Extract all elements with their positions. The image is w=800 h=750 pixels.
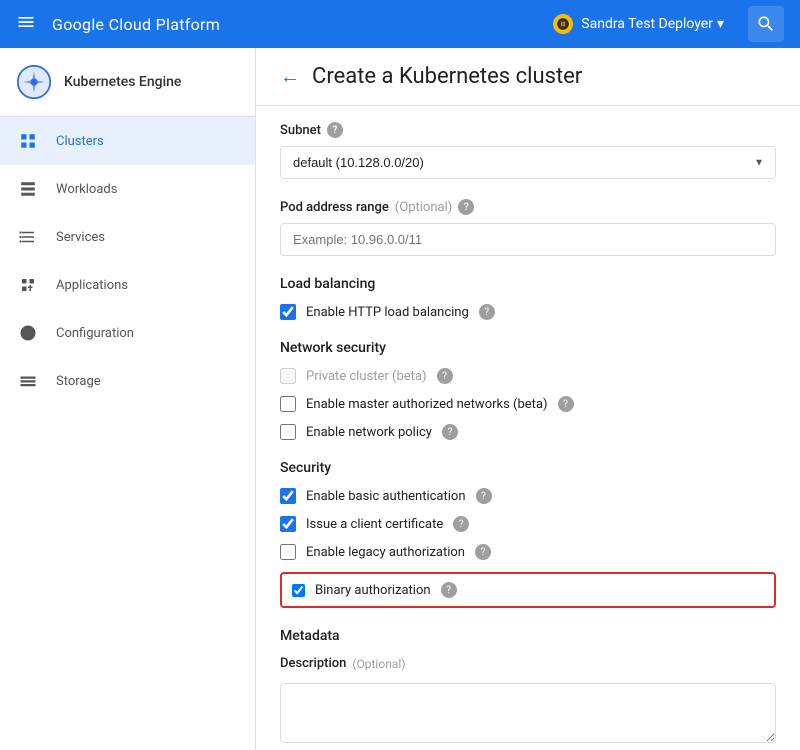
legacy-auth-help-icon[interactable]: ?: [475, 544, 491, 560]
binary-auth-checkbox[interactable]: [292, 584, 305, 597]
description-label: Description (Optional): [280, 656, 776, 671]
http-lb-label: Enable HTTP load balancing: [306, 305, 469, 320]
load-balancing-group: Load balancing Enable HTTP load balancin…: [280, 276, 776, 320]
sidebar-label-applications: Applications: [56, 278, 128, 293]
http-lb-row: Enable HTTP load balancing ?: [280, 304, 776, 320]
basic-auth-checkbox[interactable]: [280, 488, 296, 504]
kubernetes-logo: [16, 64, 52, 100]
http-lb-help-icon[interactable]: ?: [479, 304, 495, 320]
security-group: Security Enable basic authentication ? I…: [280, 460, 776, 608]
sidebar-item-configuration[interactable]: Configuration: [0, 309, 255, 357]
hamburger-menu[interactable]: [16, 12, 36, 37]
network-policy-label: Enable network policy: [306, 425, 432, 440]
configuration-icon: [16, 321, 40, 345]
subnet-group: Subnet ? default (10.128.0.0/20): [280, 122, 776, 179]
http-lb-checkbox[interactable]: [280, 304, 296, 320]
services-icon: [16, 225, 40, 249]
applications-icon: [16, 273, 40, 297]
main-content: ← Create a Kubernetes cluster Subnet ? d…: [256, 48, 800, 750]
sidebar-item-applications[interactable]: Applications: [0, 261, 255, 309]
sidebar-label-configuration: Configuration: [56, 326, 134, 341]
sidebar-label-services: Services: [56, 230, 105, 245]
private-cluster-label: Private cluster (beta): [306, 369, 427, 384]
workloads-icon: [16, 177, 40, 201]
subnet-help-icon[interactable]: ?: [327, 122, 343, 138]
sidebar: Kubernetes Engine Clusters Workloads: [0, 48, 256, 750]
subnet-label: Subnet ?: [280, 122, 776, 138]
master-authorized-label: Enable master authorized networks (beta): [306, 397, 548, 412]
private-cluster-checkbox[interactable]: [280, 368, 296, 384]
page-title: Create a Kubernetes cluster: [312, 64, 582, 89]
security-title: Security: [280, 460, 776, 476]
sidebar-item-services[interactable]: Services: [0, 213, 255, 261]
pod-address-input[interactable]: [280, 223, 776, 256]
master-authorized-row: Enable master authorized networks (beta)…: [280, 396, 776, 412]
project-icon: [553, 14, 573, 34]
subnet-select[interactable]: default (10.128.0.0/20): [280, 146, 776, 179]
description-optional: (Optional): [352, 657, 405, 671]
basic-auth-label: Enable basic authentication: [306, 489, 466, 504]
basic-auth-row: Enable basic authentication ?: [280, 488, 776, 504]
network-policy-row: Enable network policy ?: [280, 424, 776, 440]
basic-auth-help-icon[interactable]: ?: [476, 488, 492, 504]
page-header: ← Create a Kubernetes cluster: [256, 48, 800, 106]
legacy-auth-row: Enable legacy authorization ?: [280, 544, 776, 560]
sidebar-label-storage: Storage: [56, 374, 101, 389]
pod-address-label: Pod address range (Optional) ?: [280, 199, 776, 215]
legacy-auth-label: Enable legacy authorization: [306, 545, 465, 560]
binary-auth-row: Binary authorization ?: [280, 572, 776, 608]
sidebar-label-workloads: Workloads: [56, 182, 117, 197]
storage-icon: [16, 369, 40, 393]
client-cert-help-icon[interactable]: ?: [453, 516, 469, 532]
sidebar-label-clusters: Clusters: [56, 134, 104, 149]
layout: Kubernetes Engine Clusters Workloads: [0, 48, 800, 750]
master-authorized-help-icon[interactable]: ?: [558, 396, 574, 412]
project-name: Sandra Test Deployer: [581, 16, 713, 32]
top-nav: Google Cloud Platform Sandra Test Deploy…: [0, 0, 800, 48]
binary-auth-label: Binary authorization: [315, 583, 431, 598]
pod-address-optional: (Optional): [395, 200, 452, 215]
private-cluster-help-icon[interactable]: ?: [437, 368, 453, 384]
search-button[interactable]: [748, 6, 784, 42]
network-security-title: Network security: [280, 340, 776, 356]
sidebar-item-workloads[interactable]: Workloads: [0, 165, 255, 213]
client-cert-row: Issue a client certificate ?: [280, 516, 776, 532]
binary-auth-help-icon[interactable]: ?: [441, 582, 457, 598]
network-policy-help-icon[interactable]: ?: [442, 424, 458, 440]
legacy-auth-checkbox[interactable]: [280, 544, 296, 560]
private-cluster-row: Private cluster (beta) ?: [280, 368, 776, 384]
client-cert-checkbox[interactable]: [280, 516, 296, 532]
project-dropdown-icon[interactable]: ▾: [717, 16, 724, 32]
metadata-title: Metadata: [280, 628, 776, 644]
back-button[interactable]: ←: [280, 64, 300, 89]
metadata-group: Metadata Description (Optional): [280, 628, 776, 747]
client-cert-label: Issue a client certificate: [306, 517, 443, 532]
sidebar-item-clusters[interactable]: Clusters: [0, 117, 255, 165]
description-textarea[interactable]: [280, 683, 776, 743]
network-policy-checkbox[interactable]: [280, 424, 296, 440]
master-authorized-checkbox[interactable]: [280, 396, 296, 412]
subnet-select-wrapper: default (10.128.0.0/20): [280, 146, 776, 179]
app-title: Google Cloud Platform: [52, 15, 220, 34]
network-security-group: Network security Private cluster (beta) …: [280, 340, 776, 440]
clusters-icon: [16, 129, 40, 153]
load-balancing-title: Load balancing: [280, 276, 776, 292]
pod-address-group: Pod address range (Optional) ?: [280, 199, 776, 256]
sidebar-product-title: Kubernetes Engine: [64, 74, 181, 90]
sidebar-header: Kubernetes Engine: [0, 48, 255, 117]
project-selector[interactable]: Sandra Test Deployer ▾: [553, 14, 724, 34]
form-content: Subnet ? default (10.128.0.0/20) Pod add…: [256, 106, 800, 750]
pod-address-help-icon[interactable]: ?: [458, 199, 474, 215]
sidebar-item-storage[interactable]: Storage: [0, 357, 255, 405]
